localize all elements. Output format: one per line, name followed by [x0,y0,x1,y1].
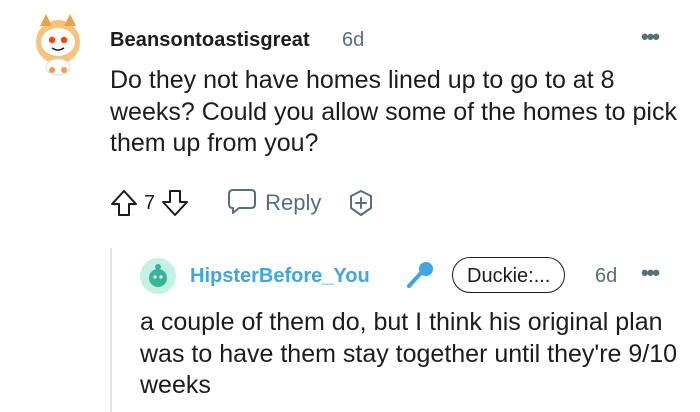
commenter-avatar[interactable] [30,12,86,76]
reply-timestamp: 6d [595,265,618,287]
comment-actions: 7 Reply [108,186,377,220]
reply-label: Reply [265,190,322,215]
more-options-icon[interactable]: ••• [641,24,660,50]
microphone-icon [403,258,437,292]
speech-bubble-icon [227,187,257,220]
reply-text: a couple of them do, but I think his ori… [140,308,678,399]
award-plus-icon[interactable] [345,187,377,219]
arrow-up-icon[interactable] [108,187,140,219]
comment-username[interactable]: Beansontoastisgreat [110,29,310,52]
arrow-down-icon[interactable] [159,187,191,219]
comment-text: Do they not have homes lined up to go to… [110,66,677,157]
vote-score: 7 [144,191,156,214]
user-flair-badge[interactable]: Duckie:... [452,257,566,293]
replier-avatar[interactable] [140,258,176,294]
reply-username[interactable]: HipsterBefore_You [190,265,370,288]
reply-button[interactable]: Reply [227,187,321,220]
more-options-icon[interactable]: ••• [641,260,660,286]
comment-timestamp: 6d [342,29,365,51]
thread-line[interactable] [110,248,112,412]
